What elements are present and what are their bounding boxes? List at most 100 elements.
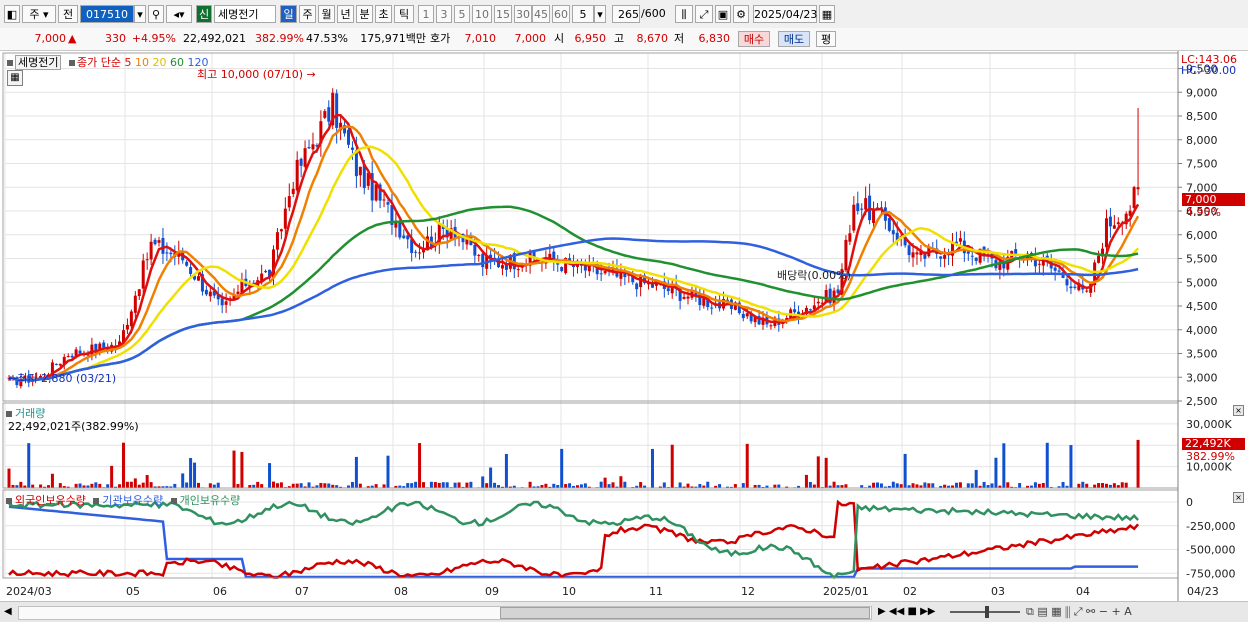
draw-tool-icon[interactable]: ⤢ [695,5,713,23]
fast-forward-icon[interactable]: ▶▶ [920,606,935,617]
volume-bar [300,483,303,488]
high-annotation-text: 최고 10,000 (07/10) [197,68,303,81]
volume-bar [671,445,674,488]
window-icon[interactable]: ◧ [4,5,20,23]
quote-ask: 7,000 [508,31,546,47]
price-change: 330 [86,31,126,47]
candle-body [209,292,212,297]
count-input[interactable]: 265 [612,5,640,23]
grid-icon[interactable]: ▦ [1051,605,1061,618]
volume-bar [209,483,212,488]
num-1[interactable]: 1 [418,5,434,23]
legend-institution[interactable]: 기관보유수량 [102,494,163,507]
stop-icon[interactable]: ■ [907,606,916,617]
minus-icon[interactable]: − [1099,605,1108,618]
legend-stock-name[interactable]: 세명전기 [15,55,61,70]
rewind-icon[interactable]: ◀◀ [889,606,904,617]
period-week[interactable]: 주 [299,5,316,23]
sell-button[interactable]: 매도 [778,31,810,47]
search-icon[interactable]: ⚲ [148,5,164,23]
volume-bar [90,484,93,488]
interval-input[interactable]: 5 [572,5,594,23]
date-axis-label: 09 [485,585,499,598]
close-icon[interactable]: × [1233,492,1244,503]
speaker-icon[interactable]: ◂▾ [166,5,192,23]
open-label: 시 [554,31,568,47]
price-axis-label: 8,500 [1186,110,1218,123]
period-tick[interactable]: 틱 [394,5,414,23]
close-icon[interactable]: × [1233,405,1244,416]
volume-bar [746,444,749,488]
chart-icon[interactable]: ⫼ [1065,605,1070,618]
plus-icon[interactable]: + [1111,605,1120,618]
volume-bar [414,482,417,488]
num-10[interactable]: 10 [472,5,492,23]
price-axis-label: 5,500 [1186,253,1218,266]
gear-icon[interactable]: ⚙ [733,5,749,23]
num-5[interactable]: 5 [454,5,470,23]
num-30[interactable]: 30 [514,5,532,23]
num-60[interactable]: 60 [552,5,570,23]
candle-body [308,147,311,148]
scroll-left-icon[interactable]: ◀ [4,605,16,619]
volume-bar [1062,482,1065,488]
save-icon[interactable]: ▣ [715,5,731,23]
layout-icon[interactable]: ▤ [1037,605,1047,618]
num-45[interactable]: 45 [532,5,550,23]
date-axis-label: 06 [213,585,227,598]
calendar-icon[interactable]: ▦ [819,5,835,23]
trend-icon[interactable]: ⤢ [1074,605,1083,618]
candle-type-icon[interactable]: ⫼ [675,5,693,23]
price-axis-label: 4,500 [1186,300,1218,313]
interval-dropdown-icon[interactable]: ▾ [594,5,606,23]
candle-body [1073,287,1076,288]
copy-icon[interactable]: ⧉ [1026,605,1034,618]
legend-individual[interactable]: 개인보유수량 [180,494,241,507]
num-15[interactable]: 15 [494,5,512,23]
candle-body [59,364,62,366]
legend-ma-label[interactable]: 종가 단순 [77,56,121,69]
date-axis-label: 05 [126,585,140,598]
candle-body [702,298,705,306]
new-badge: 신 [196,5,212,23]
period-minute[interactable]: 분 [356,5,373,23]
legend-foreign[interactable]: 외국인보유수량 [15,494,86,507]
num-3[interactable]: 3 [436,5,452,23]
period-month[interactable]: 월 [318,5,335,23]
candle-body [943,255,946,259]
play-icon[interactable]: ▶ [878,606,886,617]
candle-body [967,251,970,253]
font-icon[interactable]: A [1124,605,1132,618]
code-dropdown-icon[interactable]: ▾ [134,5,146,23]
candle-body [296,160,299,191]
volume-bar [619,476,622,488]
volume-bar [130,482,133,488]
date-input[interactable]: 2025/04/23 [753,5,817,23]
table-toggle-icon[interactable]: ▦ [7,70,23,86]
scrollbar-thumb[interactable] [500,607,870,619]
buy-button[interactable]: 매수 [738,31,770,47]
volume-pct-tag: 382.99% [1186,450,1235,463]
prev-button[interactable]: 전 [58,5,78,23]
candle-body [1133,187,1136,208]
period-year[interactable]: 년 [337,5,354,23]
zoom-slider-handle[interactable] [985,606,989,618]
period-second[interactable]: 초 [375,5,392,23]
volume-bar [955,483,958,488]
link-icon[interactable]: ⚯ [1086,605,1095,618]
volume-bar [990,483,993,488]
candle-body [1069,287,1072,289]
volume-bar [742,483,745,488]
volume-bar [193,463,196,488]
candle-body [888,218,891,231]
current-pct-tag: 4.95% [1186,206,1221,219]
period-day[interactable]: 일 [280,5,297,23]
market-select[interactable]: 주 ▾ [22,5,56,23]
volume-bar [529,482,532,488]
stock-chart[interactable]: 9,5009,0008,5008,0007,5007,0006,5006,000… [0,51,1248,601]
volume-bar [260,484,263,488]
eval-button[interactable]: 평 [816,31,836,47]
candle-body [959,238,962,241]
code-input[interactable]: 017510 [80,5,134,23]
volume-bar [213,485,216,488]
